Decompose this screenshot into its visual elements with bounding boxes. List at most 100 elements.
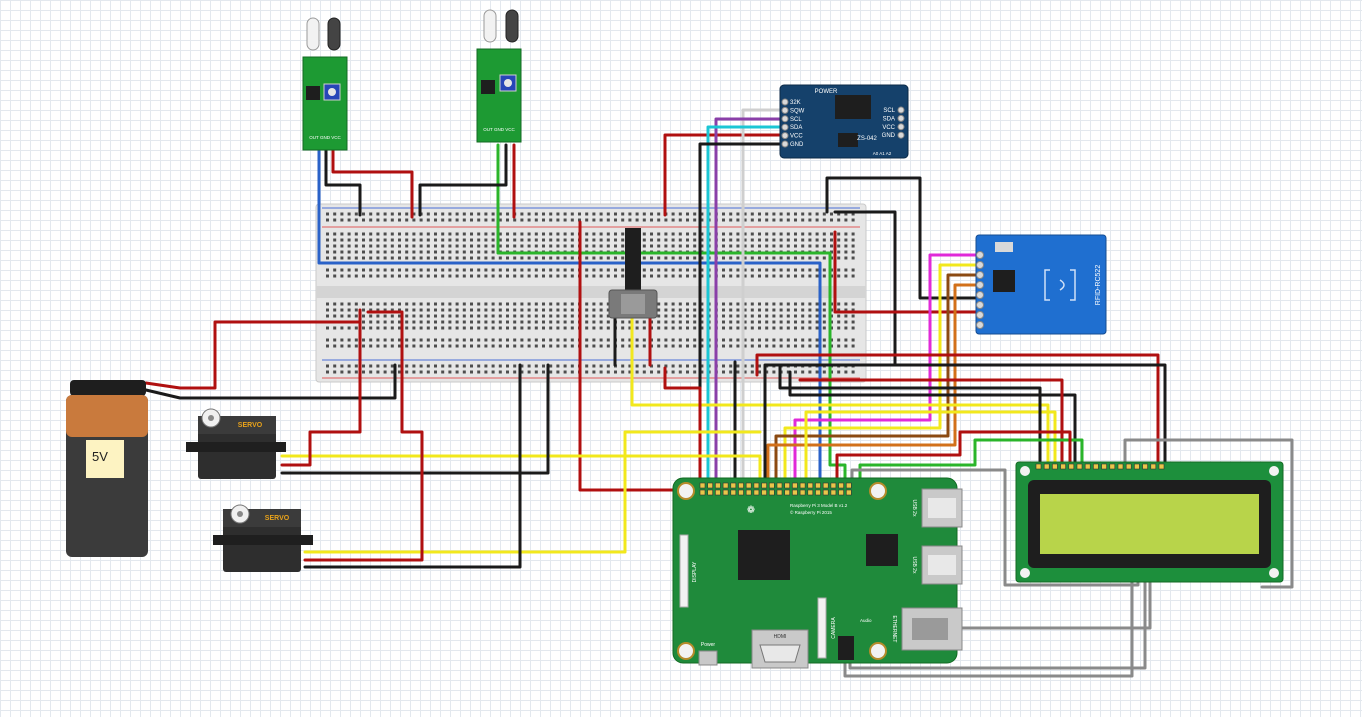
breadboard-hole (434, 250, 437, 254)
breadboard-hole (477, 244, 481, 248)
breadboard-hole (340, 268, 344, 272)
breadboard-hole (376, 232, 380, 236)
breadboard-hole (606, 364, 610, 368)
breadboard-hole (642, 274, 646, 278)
breadboard-hole (412, 314, 416, 318)
breadboard-hole (520, 338, 524, 342)
breadboard-hole (470, 274, 473, 278)
breadboard-hole (549, 274, 553, 278)
breadboard-hole (477, 326, 481, 330)
breadboard-hole (779, 256, 783, 260)
breadboard-hole (383, 256, 387, 260)
breadboard-hole (786, 232, 790, 236)
breadboard-hole (506, 344, 509, 348)
breadboard-hole (506, 238, 509, 242)
breadboard-hole (822, 302, 826, 306)
breadboard-hole (506, 218, 509, 222)
breadboard-hole (563, 212, 567, 216)
breadboard-hole (513, 238, 517, 242)
breadboard-hole (455, 344, 459, 348)
breadboard-hole (570, 314, 574, 318)
breadboard-hole (556, 326, 560, 330)
breadboard-hole (585, 256, 589, 260)
breadboard-hole (736, 232, 740, 236)
breadboard-hole (448, 250, 452, 254)
breadboard-hole (772, 326, 776, 330)
breadboard-hole (729, 320, 733, 324)
breadboard-hole (671, 314, 675, 318)
breadboard-hole (642, 238, 646, 242)
breadboard-hole (426, 302, 430, 306)
breadboard-hole (801, 274, 805, 278)
breadboard-hole (405, 320, 409, 324)
breadboard-hole (729, 344, 733, 348)
breadboard-hole (606, 232, 610, 236)
breadboard-hole (527, 320, 531, 324)
breadboard-hole (765, 302, 769, 306)
breadboard-hole (390, 244, 394, 248)
breadboard-hole (534, 302, 538, 306)
gpio-pin (838, 489, 844, 496)
breadboard-hole (434, 320, 437, 324)
breadboard-hole (606, 268, 610, 272)
breadboard-hole (333, 250, 337, 254)
breadboard-hole (455, 370, 459, 374)
breadboard-hole (549, 218, 553, 222)
breadboard-hole (455, 364, 459, 368)
breadboard-hole (671, 326, 675, 330)
breadboard-hole (390, 364, 394, 368)
breadboard-hole (736, 308, 740, 312)
breadboard-hole (794, 268, 797, 272)
breadboard-hole (527, 232, 531, 236)
breadboard-hole (506, 268, 509, 272)
breadboard-hole (592, 370, 596, 374)
breadboard-hole (369, 232, 373, 236)
breadboard-hole (750, 314, 754, 318)
breadboard-hole (340, 370, 344, 374)
breadboard-hole (326, 370, 329, 374)
breadboard-hole (369, 344, 373, 348)
breadboard-hole (434, 326, 437, 330)
breadboard-hole (491, 344, 495, 348)
breadboard-hole (563, 370, 567, 374)
breadboard-hole (491, 338, 495, 342)
breadboard-hole (462, 238, 466, 242)
breadboard-hole (470, 370, 473, 374)
breadboard-hole (808, 238, 812, 242)
breadboard-hole (678, 238, 682, 242)
breadboard-hole (506, 256, 509, 260)
breadboard-hole (844, 274, 848, 278)
breadboard-hole (390, 326, 394, 330)
gpio-pin (745, 489, 752, 496)
breadboard-hole (808, 326, 812, 330)
lcd-mount-hole (1020, 466, 1030, 476)
breadboard-hole (534, 308, 538, 312)
breadboard-hole (808, 320, 812, 324)
breadboard-hole (390, 370, 394, 374)
breadboard-hole (369, 244, 373, 248)
breadboard-hole (326, 364, 329, 368)
rtc-power-label: POWER (815, 89, 838, 95)
breadboard-hole (664, 338, 668, 342)
breadboard-hole (779, 274, 783, 278)
breadboard-hole (527, 218, 531, 222)
breadboard-hole (570, 244, 574, 248)
breadboard-hole (326, 268, 329, 272)
breadboard-hole (326, 256, 329, 260)
breadboard-hole (693, 302, 697, 306)
breadboard-hole (650, 218, 653, 222)
breadboard-hole (772, 244, 776, 248)
breadboard-hole (822, 218, 826, 222)
breadboard-hole (362, 238, 365, 242)
breadboard-hole (484, 370, 488, 374)
breadboard-hole (794, 320, 797, 324)
breadboard-hole (570, 238, 574, 242)
breadboard-hole (376, 314, 380, 318)
breadboard-hole (354, 232, 358, 236)
breadboard-hole (426, 344, 430, 348)
breadboard-hole (556, 256, 560, 260)
breadboard-hole (542, 268, 545, 272)
breadboard-hole (498, 308, 502, 312)
breadboard-hole (441, 212, 445, 216)
breadboard-hole (592, 218, 596, 222)
